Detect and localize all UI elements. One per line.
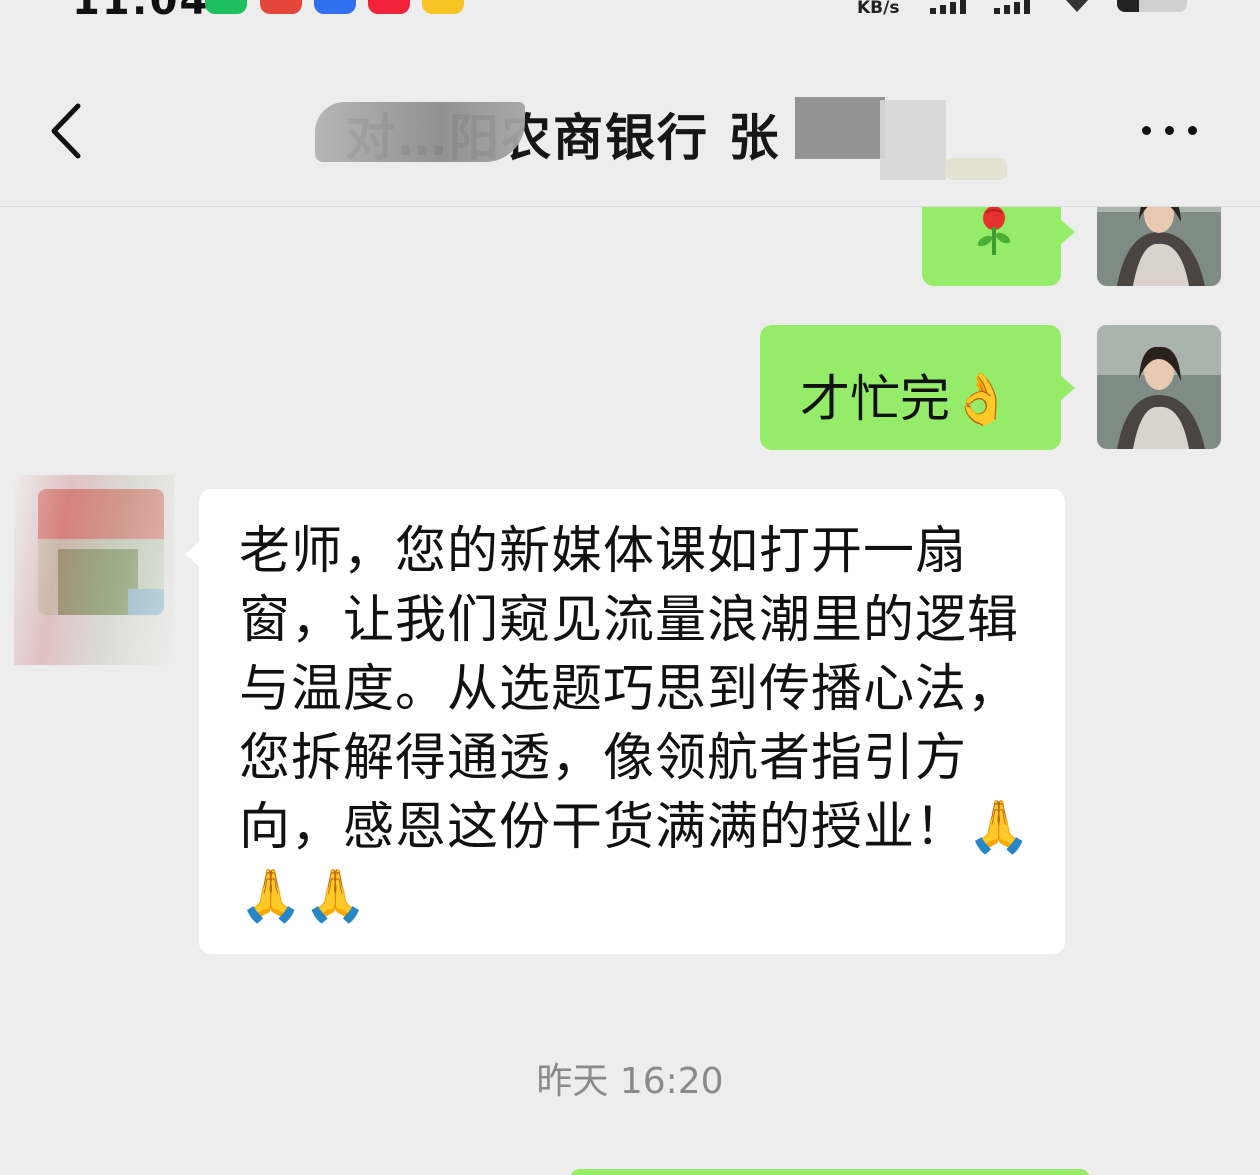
chat-header: 对…阳农商银行 张 — [0, 62, 1260, 207]
message-timestamp: 昨天 16:20 — [536, 1061, 724, 1102]
rose-emoji — [977, 207, 1011, 255]
message-bubble-outgoing[interactable]: 才忙完👌 — [760, 325, 1075, 450]
wifi-icon — [1066, 0, 1088, 12]
message-text: 才忙完👌 — [800, 370, 1013, 428]
redaction-blur — [315, 102, 525, 162]
more-button[interactable] — [1138, 118, 1202, 144]
message-bubble-incoming[interactable]: 老师，您的新媒体课如打开一扇窗，让我们窥见流量浪潮里的逻辑与温度。从选题巧思到传… — [185, 489, 1065, 954]
back-button[interactable] — [44, 100, 96, 162]
redaction-blur — [14, 475, 174, 665]
message-text: 老师，您的新媒体课如打开一扇窗，让我们窥见流量浪潮里的逻辑与温度。从选题巧思到传… — [239, 522, 1032, 926]
weibo-icon — [422, 0, 464, 14]
signal-icon-2 — [994, 0, 1030, 14]
status-bar: 11:04 KB/s — [0, 0, 1260, 22]
redaction-blur-4 — [945, 158, 1007, 180]
redaction-blur-3 — [880, 100, 946, 180]
blue-app-icon — [314, 0, 356, 14]
avatar-image — [1097, 325, 1221, 449]
red-square-app-icon — [368, 0, 410, 14]
signal-icon — [930, 0, 966, 14]
avatar[interactable] — [1097, 207, 1221, 286]
battery-icon — [1117, 0, 1187, 12]
network-speed: KB/s — [857, 0, 900, 18]
red-app-icon — [260, 0, 302, 14]
message-bubble-outgoing[interactable] — [922, 207, 1075, 286]
status-time: 11:04 — [72, 0, 209, 22]
chat-messages[interactable]: 才忙完👌 老师，您的新媒体课如打开一扇窗，让我们窥见流量浪潮里的逻辑与温度。从选… — [0, 207, 1260, 1175]
redaction-blur-2 — [795, 97, 885, 159]
message-bubble-outgoing[interactable] — [570, 1169, 1090, 1175]
chevron-left-icon — [51, 103, 81, 159]
green-app-icon — [205, 0, 247, 14]
avatar[interactable] — [1097, 325, 1221, 449]
avatar-image — [1097, 207, 1221, 286]
